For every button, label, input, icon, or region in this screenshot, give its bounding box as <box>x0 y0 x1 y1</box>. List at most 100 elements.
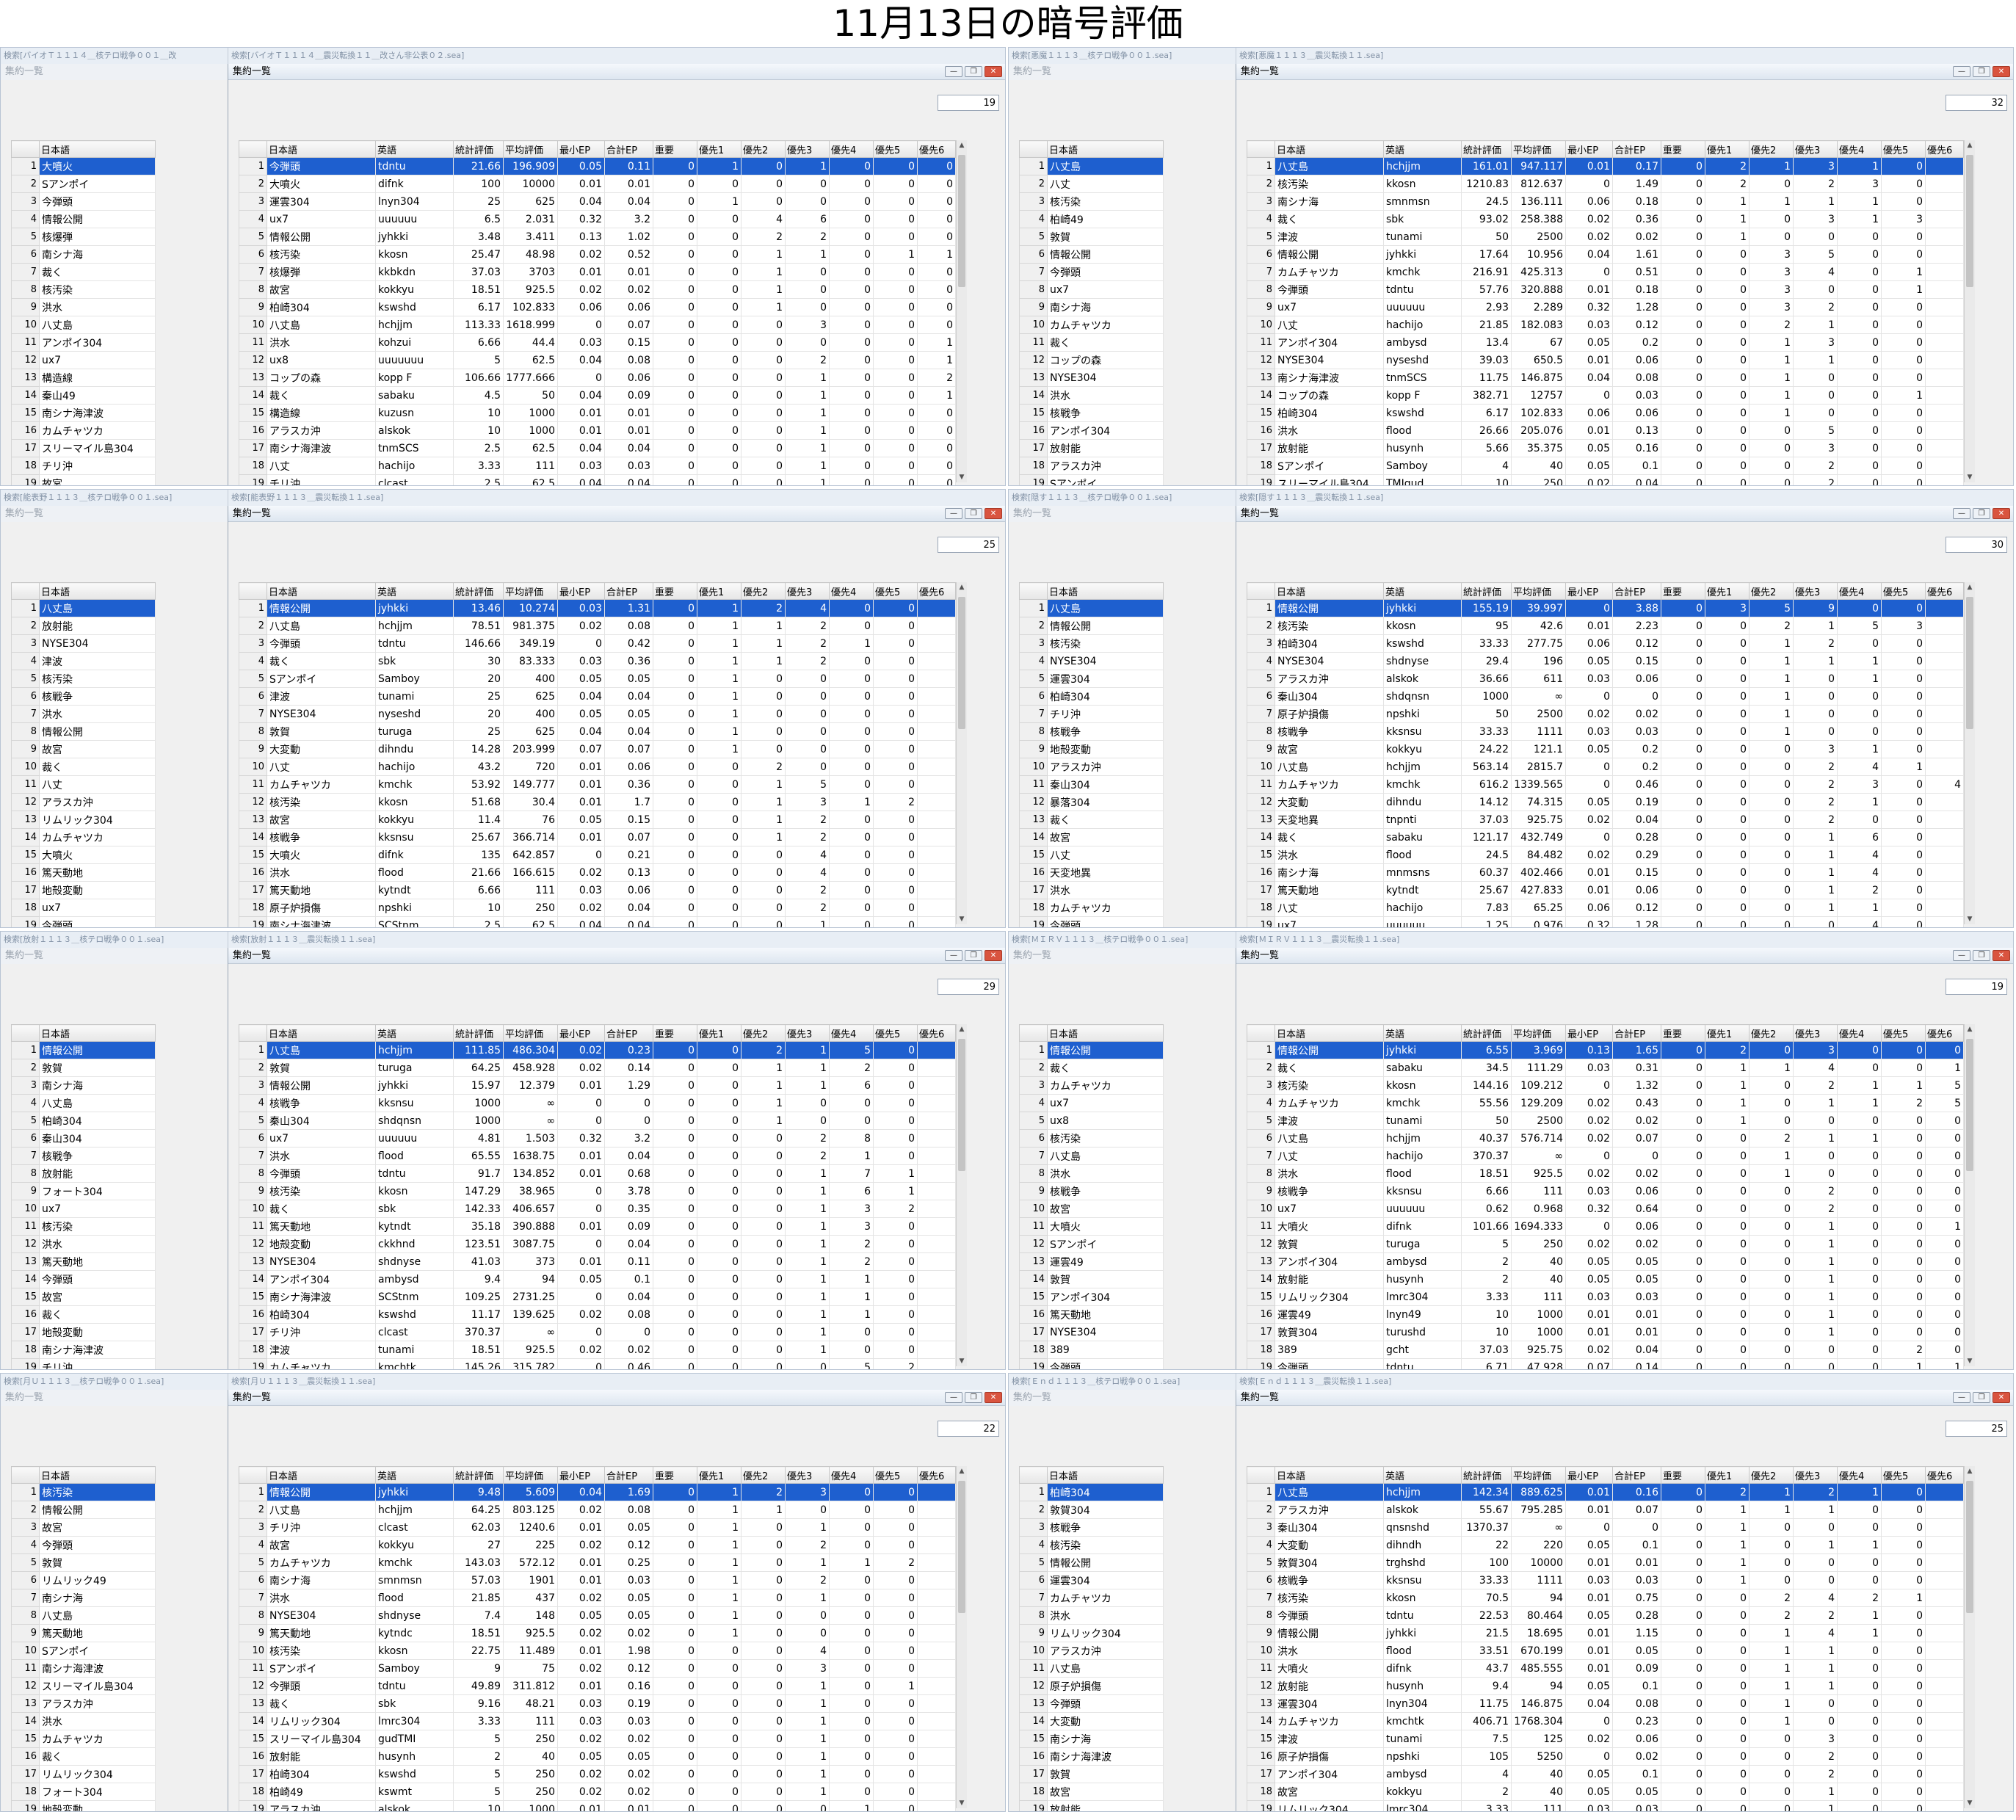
table-row[interactable]: 11 南シナ海津波 <box>11 1659 156 1678</box>
vertical-scrollbar[interactable]: ▲ ▼ <box>1964 582 1975 924</box>
scroll-thumb[interactable] <box>1966 155 1973 287</box>
table-row[interactable]: 8 故宮 kokkyu 18.51 925.5 0.02 0.02 0 0 1 0 0 0 0 <box>239 280 956 299</box>
table-row[interactable]: 12 核汚染 kkosn 51.68 30.4 0.01 1.7 0 0 1 3 1 2 <box>239 793 956 811</box>
table-row[interactable]: 17 篤天動地 kytndt 25.67 427.833 0.01 0.06 0 0 0 1 2 0 <box>1247 881 1964 899</box>
column-header[interactable]: 英語 <box>375 1466 454 1484</box>
scroll-thumb[interactable] <box>1966 1481 1973 1613</box>
minimize-icon[interactable]: — <box>945 66 962 77</box>
table-row[interactable]: 8 今弾頭 tdntu 57.76 320.888 0.01 0.18 0 0 3 0 0 1 <box>1247 280 1964 299</box>
result-count-field[interactable]: 19 <box>938 95 999 111</box>
table-row[interactable]: 7 八丈 hachijo 370.37 ∞ 0 0 0 0 1 0 0 0 0 <box>1247 1147 1964 1165</box>
column-header[interactable]: 重要 <box>1661 1024 1705 1042</box>
minimize-icon[interactable]: — <box>1953 508 1970 519</box>
column-header[interactable]: 優先5 <box>1881 140 1926 158</box>
column-header[interactable]: 優先5 <box>873 582 918 600</box>
table-row[interactable]: 11 アンポイ304 ambysd 13.4 67 0.05 0.2 0 0 1 3 0 0 <box>1247 333 1964 352</box>
table-row[interactable]: 7 洪水 flood 65.55 1638.75 0.01 0.04 0 0 0 2 1 0 <box>239 1147 956 1165</box>
data-grid[interactable]: 日本語 英語 統計評価 平均評価 最小EP 合計EP 重要 優先1 優先2 優先3 優先4 優先5 優先… <box>239 582 956 927</box>
maximize-icon[interactable]: ❐ <box>965 66 982 77</box>
table-row[interactable]: 19 今弾頭 <box>1019 916 1164 927</box>
data-grid[interactable]: 日本語 1 八丈島 2 八丈 3 核汚染 4 柏崎49 5 敦賀 6 情報公開 7 今弾頭 8 ux7 9 南シナ海… <box>1019 140 1164 485</box>
column-header[interactable]: 優先4 <box>1837 140 1882 158</box>
table-row[interactable]: 4 柏崎49 <box>1019 210 1164 228</box>
table-row[interactable]: 10 故宮 <box>1019 1200 1164 1218</box>
table-row[interactable]: 18 故宮 <box>1019 1783 1164 1801</box>
table-row[interactable]: 18 カムチャツカ <box>1019 899 1164 917</box>
vertical-scrollbar[interactable]: ▲ ▼ <box>1964 140 1975 482</box>
minimize-icon[interactable]: — <box>1953 950 1970 961</box>
table-row[interactable]: 5 津波 tunami 50 2500 0.02 0.02 0 1 0 0 0 0 <box>1247 228 1964 246</box>
table-row[interactable]: 15 大噴火 <box>11 846 156 864</box>
column-header[interactable]: 平均評価 <box>503 1024 558 1042</box>
table-row[interactable]: 1 八丈島 <box>1019 599 1164 617</box>
column-header[interactable]: 優先6 <box>1925 1024 1964 1042</box>
table-row[interactable]: 12 敦賀 turuga 5 250 0.02 0.02 0 0 0 1 0 0 0 <box>1247 1235 1964 1253</box>
table-row[interactable]: 18 チリ沖 <box>11 457 156 475</box>
table-row[interactable]: 19 今弾頭 <box>11 916 156 927</box>
column-header[interactable]: 優先2 <box>1749 1466 1794 1484</box>
table-row[interactable]: 8 核戦争 kksnsu 33.33 1111 0.03 0.03 0 0 1 0 0 0 <box>1247 722 1964 741</box>
table-row[interactable]: 6 情報公開 <box>1019 245 1164 264</box>
column-header[interactable]: 優先2 <box>1749 582 1794 600</box>
table-row[interactable]: 7 核爆弾 kkbkdn 37.03 3703 0.01 0.01 0 0 1 0 0 0 0 <box>239 263 956 281</box>
table-row[interactable]: 1 情報公開 <box>11 1041 156 1059</box>
table-row[interactable]: 9 核汚染 kkosn 147.29 38.965 0 3.78 0 0 0 1 6 1 <box>239 1182 956 1200</box>
table-row[interactable]: 1 情報公開 jyhkki 13.46 10.274 0.03 1.31 0 1 2 4 0 0 <box>239 599 956 617</box>
table-row[interactable]: 7 南シナ海 <box>11 1589 156 1607</box>
minimize-icon[interactable]: — <box>1953 66 1970 77</box>
table-row[interactable]: 11 裁く <box>1019 333 1164 352</box>
column-header[interactable]: 優先4 <box>829 140 874 158</box>
table-row[interactable]: 5 柏崎304 <box>11 1112 156 1130</box>
column-header[interactable]: 優先6 <box>917 1466 956 1484</box>
table-row[interactable]: 19 チリ沖 <box>11 1358 156 1369</box>
table-row[interactable]: 5 Sアンポイ Samboy 20 400 0.05 0.05 0 1 0 0 0 0 <box>239 670 956 688</box>
table-row[interactable]: 18 アラスカ沖 <box>1019 457 1164 475</box>
table-row[interactable]: 17 洪水 <box>1019 881 1164 899</box>
tab-left-file[interactable]: 検索[悪魔１１１３＿核テロ戦争００１.sea] <box>1009 48 1236 64</box>
table-row[interactable]: 16 柏崎304 kswshd 11.17 139.625 0.02 0.08 0 0 0 1 1 0 <box>239 1305 956 1324</box>
close-icon[interactable]: ✕ <box>1993 950 2010 961</box>
column-header[interactable]: 優先4 <box>829 582 874 600</box>
table-row[interactable]: 16 運雲49 lnyn49 10 1000 0.01 0.01 0 0 0 1 0 0 0 <box>1247 1305 1964 1324</box>
column-header[interactable]: 優先5 <box>873 140 918 158</box>
scroll-down-icon[interactable]: ▼ <box>1965 1356 1975 1366</box>
table-row[interactable]: 2 アラスカ沖 alskok 55.67 795.285 0.01 0.07 0 1 1 1 0 0 <box>1247 1501 1964 1519</box>
table-row[interactable]: 3 核汚染 <box>1019 192 1164 211</box>
scroll-thumb[interactable] <box>958 597 965 729</box>
column-header[interactable]: 合計EP <box>604 1466 653 1484</box>
table-row[interactable]: 12 アラスカ沖 <box>11 793 156 811</box>
table-row[interactable]: 17 地殻変動 <box>11 1323 156 1341</box>
table-row[interactable]: 7 裁く <box>11 263 156 281</box>
column-header[interactable]: 日本語 <box>39 582 156 600</box>
table-row[interactable]: 3 情報公開 jyhkki 15.97 12.379 0.01 1.29 0 0 1 1 6 0 <box>239 1076 956 1095</box>
column-header[interactable]: 最小EP <box>557 1024 605 1042</box>
column-header[interactable]: 統計評価 <box>453 582 504 600</box>
column-header[interactable]: 最小EP <box>1565 1466 1613 1484</box>
result-count-field[interactable]: 25 <box>1946 1421 2007 1437</box>
column-header[interactable]: 優先3 <box>1793 582 1838 600</box>
table-row[interactable]: 18 Sアンポイ Samboy 4 40 0.05 0.1 0 0 0 2 0 0 <box>1247 457 1964 475</box>
table-row[interactable]: 6 八丈島 hchjjm 40.37 576.714 0.02 0.07 0 0 2 1 1 0 0 <box>1247 1129 1964 1148</box>
table-row[interactable]: 10 裁く <box>11 758 156 776</box>
table-row[interactable]: 18 原子炉損傷 npshki 10 250 0.02 0.04 0 0 0 2 0 0 <box>239 899 956 917</box>
table-row[interactable]: 9 故宮 <box>11 740 156 758</box>
vertical-scrollbar[interactable]: ▲ ▼ <box>956 582 967 924</box>
table-row[interactable]: 12 コップの森 <box>1019 351 1164 369</box>
table-row[interactable]: 4 裁く sbk 30 83.333 0.03 0.36 0 1 1 2 0 0 <box>239 652 956 670</box>
column-header[interactable]: 日本語 <box>266 1466 376 1484</box>
table-row[interactable]: 4 津波 <box>11 652 156 670</box>
table-row[interactable]: 14 放射能 husynh 2 40 0.05 0.05 0 0 0 1 0 0 0 <box>1247 1270 1964 1288</box>
table-row[interactable]: 13 運雲304 lnyn304 11.75 146.875 0.04 0.08 0 0 1 0 0 0 <box>1247 1694 1964 1713</box>
data-grid[interactable]: 日本語 英語 統計評価 平均評価 最小EP 合計EP 重要 優先1 優先2 優先3 優先4 優先5 優先… <box>1247 1024 1964 1369</box>
table-row[interactable]: 3 カムチャツカ <box>1019 1076 1164 1095</box>
table-row[interactable]: 4 ux7 <box>1019 1094 1164 1112</box>
table-row[interactable]: 9 情報公開 jyhkki 21.5 18.695 0.01 1.15 0 0 1 4 1 0 <box>1247 1624 1964 1642</box>
table-row[interactable]: 19 今弾頭 tdntu 6.71 47.928 0.07 0.14 0 0 0 0 0 1 1 <box>1247 1358 1964 1369</box>
table-row[interactable]: 14 アンポイ304 ambysd 9.4 94 0.05 0.1 0 0 0 1 1 0 <box>239 1270 956 1288</box>
column-header[interactable]: 日本語 <box>39 1024 156 1042</box>
table-row[interactable]: 16 裁く <box>11 1747 156 1766</box>
table-row[interactable]: 10 八丈 hachijo 43.2 720 0.01 0.06 0 0 2 0 0 0 <box>239 758 956 776</box>
column-header[interactable]: 優先4 <box>1837 1024 1882 1042</box>
column-header[interactable]: 優先4 <box>829 1466 874 1484</box>
table-row[interactable]: 14 裁く sabaku 4.5 50 0.04 0.09 0 0 0 1 0 0 1 <box>239 386 956 405</box>
